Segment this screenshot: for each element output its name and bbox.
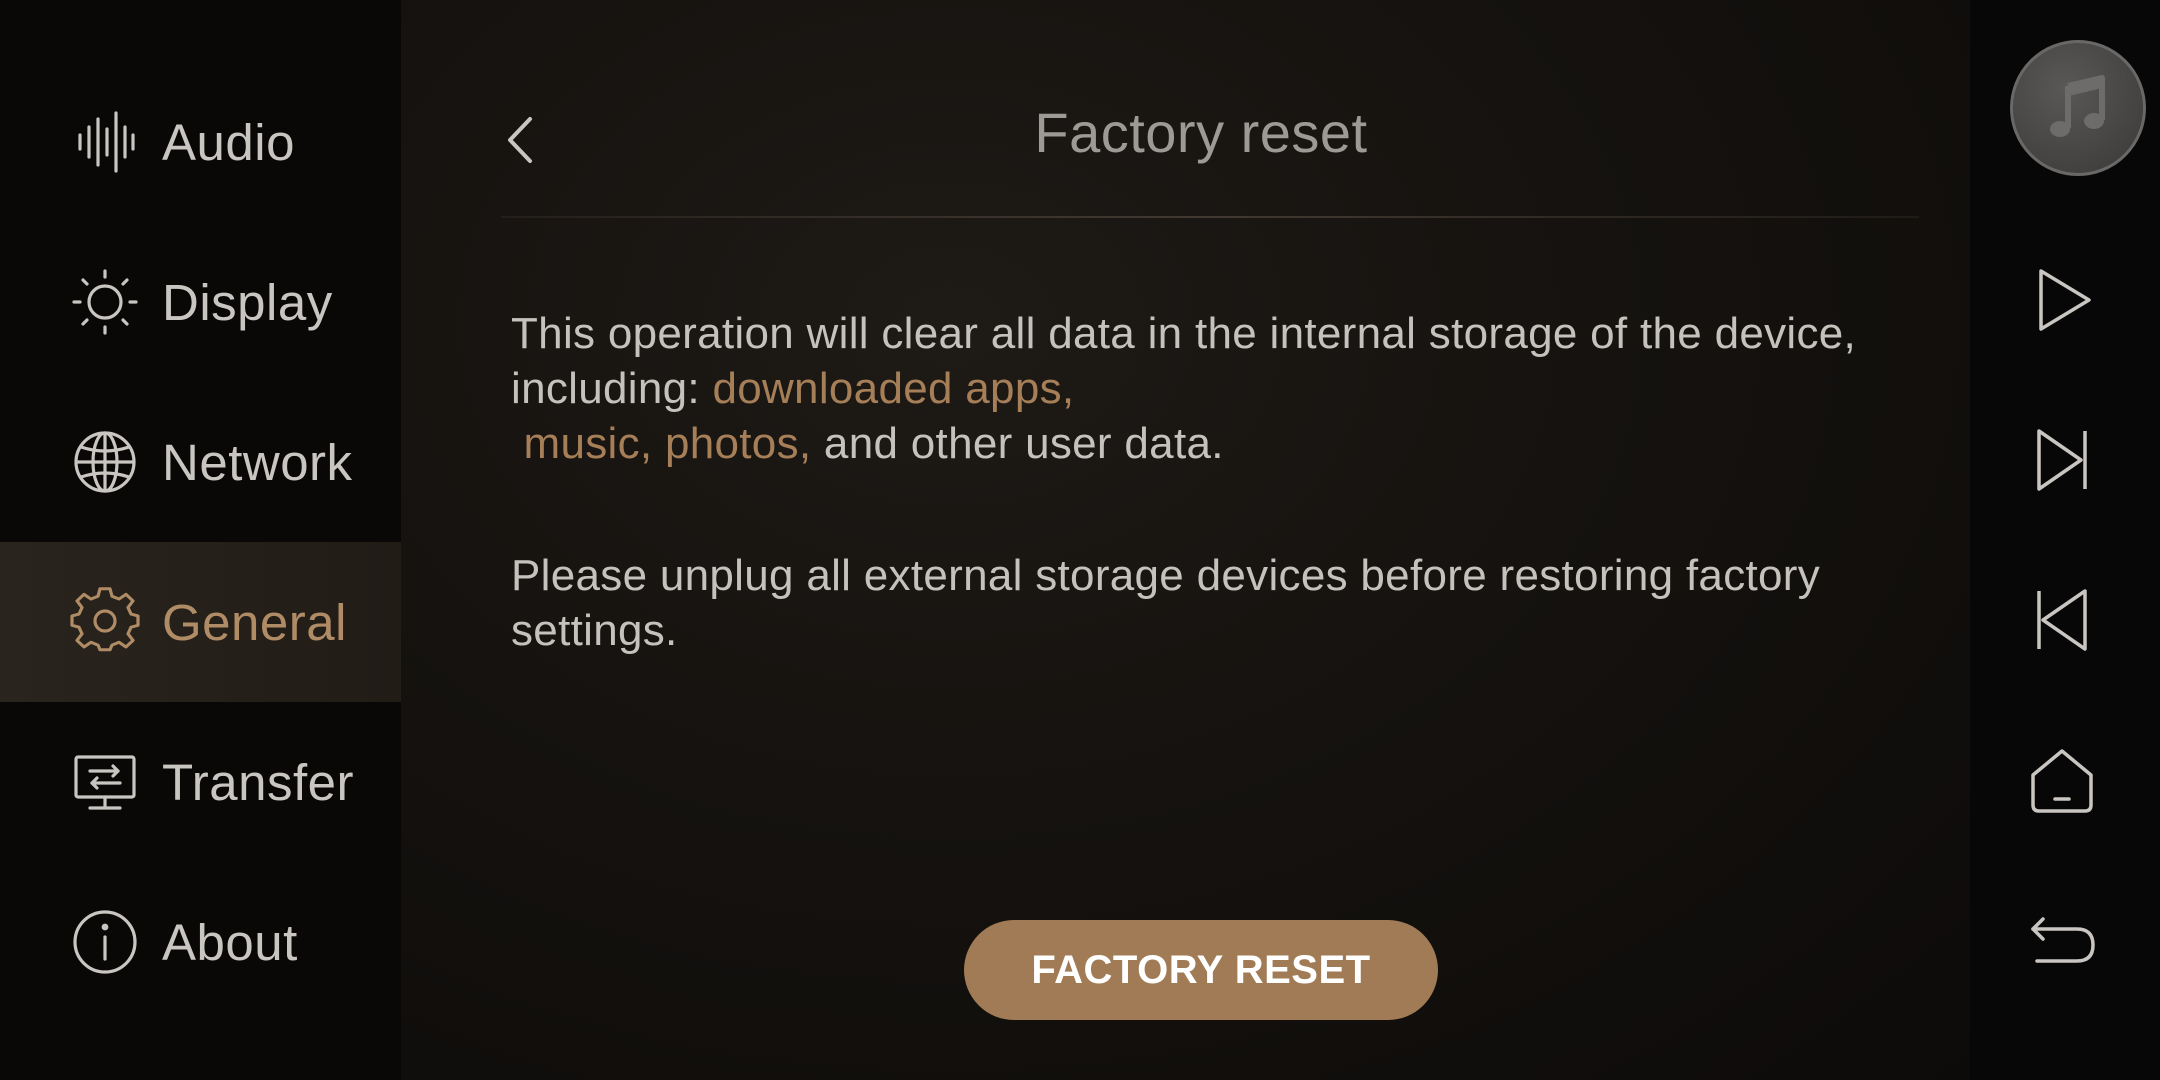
gear-icon (68, 585, 142, 659)
media-controls (1970, 0, 2160, 1080)
sidebar-item-display[interactable]: Display (0, 222, 401, 382)
play-icon (2039, 269, 2091, 331)
sidebar-item-network[interactable]: Network (0, 382, 401, 542)
sidebar-item-transfer[interactable]: Transfer (0, 702, 401, 862)
divider (501, 216, 1919, 218)
highlight-media: music, photos, (511, 419, 812, 468)
now-playing-button[interactable] (2010, 40, 2146, 176)
sidebar-item-label: Display (162, 273, 333, 331)
sidebar-item-general[interactable]: General (0, 542, 401, 702)
skip-next-icon (2037, 429, 2087, 491)
factory-reset-button[interactable]: FACTORY RESET (964, 920, 1438, 1020)
system-back-button[interactable] (2017, 895, 2107, 985)
home-button[interactable] (2017, 735, 2107, 825)
play-button[interactable] (2017, 255, 2107, 345)
sidebar: Audio Display Network General Transfer A… (0, 0, 401, 1080)
back-return-icon (2031, 917, 2095, 963)
sun-icon (68, 265, 142, 339)
skip-previous-icon (2037, 589, 2087, 651)
sidebar-item-label: Network (162, 433, 353, 491)
skip-next-button[interactable] (2017, 415, 2107, 505)
sidebar-item-label: About (162, 913, 298, 971)
globe-icon (68, 425, 142, 499)
sidebar-item-label: Transfer (162, 753, 354, 811)
audio-waveform-icon (68, 105, 142, 179)
transfer-monitor-icon (68, 745, 142, 819)
warning-text-end: and other user data. (811, 419, 1224, 468)
main-panel: Factory reset This operation will clear … (401, 0, 1970, 1080)
warning-paragraph: This operation will clear all data in th… (511, 306, 1971, 471)
info-icon (68, 905, 142, 979)
unplug-paragraph: Please unplug all external storage devic… (511, 551, 1821, 655)
screen: Audio Display Network General Transfer A… (0, 0, 2160, 1080)
sidebar-item-label: Audio (162, 113, 295, 171)
home-icon (2031, 749, 2093, 813)
skip-previous-button[interactable] (2017, 575, 2107, 665)
sidebar-item-audio[interactable]: Audio (0, 62, 401, 222)
page-title: Factory reset (1034, 101, 1368, 164)
sidebar-item-about[interactable]: About (0, 862, 401, 1022)
highlight-apps: downloaded apps, (712, 364, 1075, 413)
music-note-icon (2050, 75, 2105, 137)
sidebar-item-label: General (162, 593, 347, 651)
